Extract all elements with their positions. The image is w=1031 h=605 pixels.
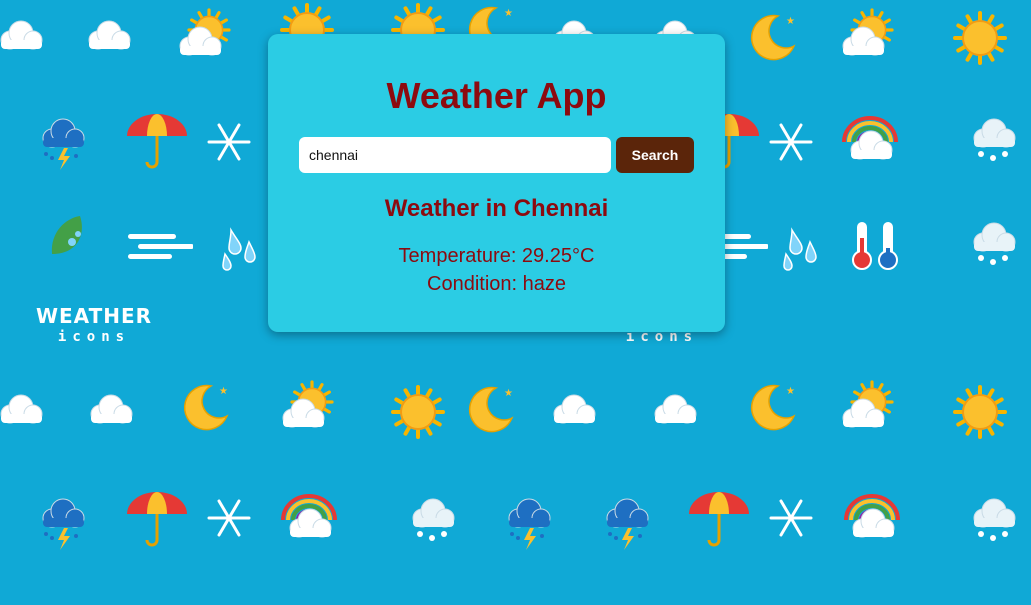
leaf-icon xyxy=(51,216,82,254)
temperature-text: Temperature: 29.25°C xyxy=(398,245,595,267)
wind-icon xyxy=(128,234,193,259)
sun-cloud-icon xyxy=(842,380,894,428)
city-search-input[interactable] xyxy=(299,137,611,173)
svg-text:★: ★ xyxy=(219,386,228,397)
umbrella-icon xyxy=(127,114,187,169)
logo-subtitle: icons xyxy=(57,329,131,345)
svg-text:★: ★ xyxy=(786,16,795,27)
umbrella-icon xyxy=(689,492,749,547)
snow-cloud-icon xyxy=(412,498,455,541)
snowflake-icon xyxy=(769,499,813,537)
snowflake-icon xyxy=(207,499,251,537)
search-button[interactable]: Search xyxy=(616,137,694,173)
thermometer-icon xyxy=(852,222,898,270)
weather-icons-logo: WEATHER icons xyxy=(32,304,156,345)
rainbow-cloud-icon xyxy=(844,494,900,538)
storm-cloud-icon xyxy=(606,498,649,550)
svg-text:★: ★ xyxy=(504,8,513,19)
raindrops-icon xyxy=(783,227,817,271)
snow-cloud-icon xyxy=(973,118,1016,161)
cloud-icon xyxy=(0,394,43,424)
cloud-icon xyxy=(654,394,697,424)
sun-cloud-icon xyxy=(842,8,894,56)
snowflake-icon xyxy=(207,123,251,161)
rainbow-cloud-icon xyxy=(842,116,898,160)
storm-cloud-icon xyxy=(42,498,85,550)
sun-cloud-icon xyxy=(179,8,231,56)
cloud-icon xyxy=(553,394,596,424)
snow-cloud-icon xyxy=(973,498,1016,541)
cloud-icon xyxy=(0,20,43,50)
logo-title: WEATHER xyxy=(35,304,153,328)
sun-icon xyxy=(953,385,1007,439)
rainbow-cloud-icon xyxy=(281,494,337,538)
snow-cloud-icon xyxy=(973,222,1016,265)
result-heading: Weather in Chennai xyxy=(384,195,609,222)
snowflake-icon xyxy=(769,123,813,161)
svg-text:★: ★ xyxy=(786,386,795,397)
app-title: Weather App xyxy=(386,75,607,116)
moon-icon: ★ xyxy=(750,14,796,61)
svg-text:★: ★ xyxy=(504,388,513,399)
weather-card: Weather App Search Weather in Chennai Te… xyxy=(268,34,725,332)
sun-icon xyxy=(391,385,445,439)
raindrops-icon xyxy=(222,227,256,271)
sun-cloud-icon xyxy=(282,380,334,428)
storm-cloud-icon xyxy=(508,498,551,550)
sun-icon xyxy=(953,11,1007,65)
cloud-icon xyxy=(88,20,131,50)
moon-icon: ★ xyxy=(183,384,229,431)
moon-icon: ★ xyxy=(468,386,514,433)
cloud-icon xyxy=(90,394,133,424)
storm-cloud-icon xyxy=(42,118,85,170)
moon-icon: ★ xyxy=(750,384,796,431)
umbrella-icon xyxy=(127,492,187,547)
condition-text: Condition: haze xyxy=(427,273,566,295)
